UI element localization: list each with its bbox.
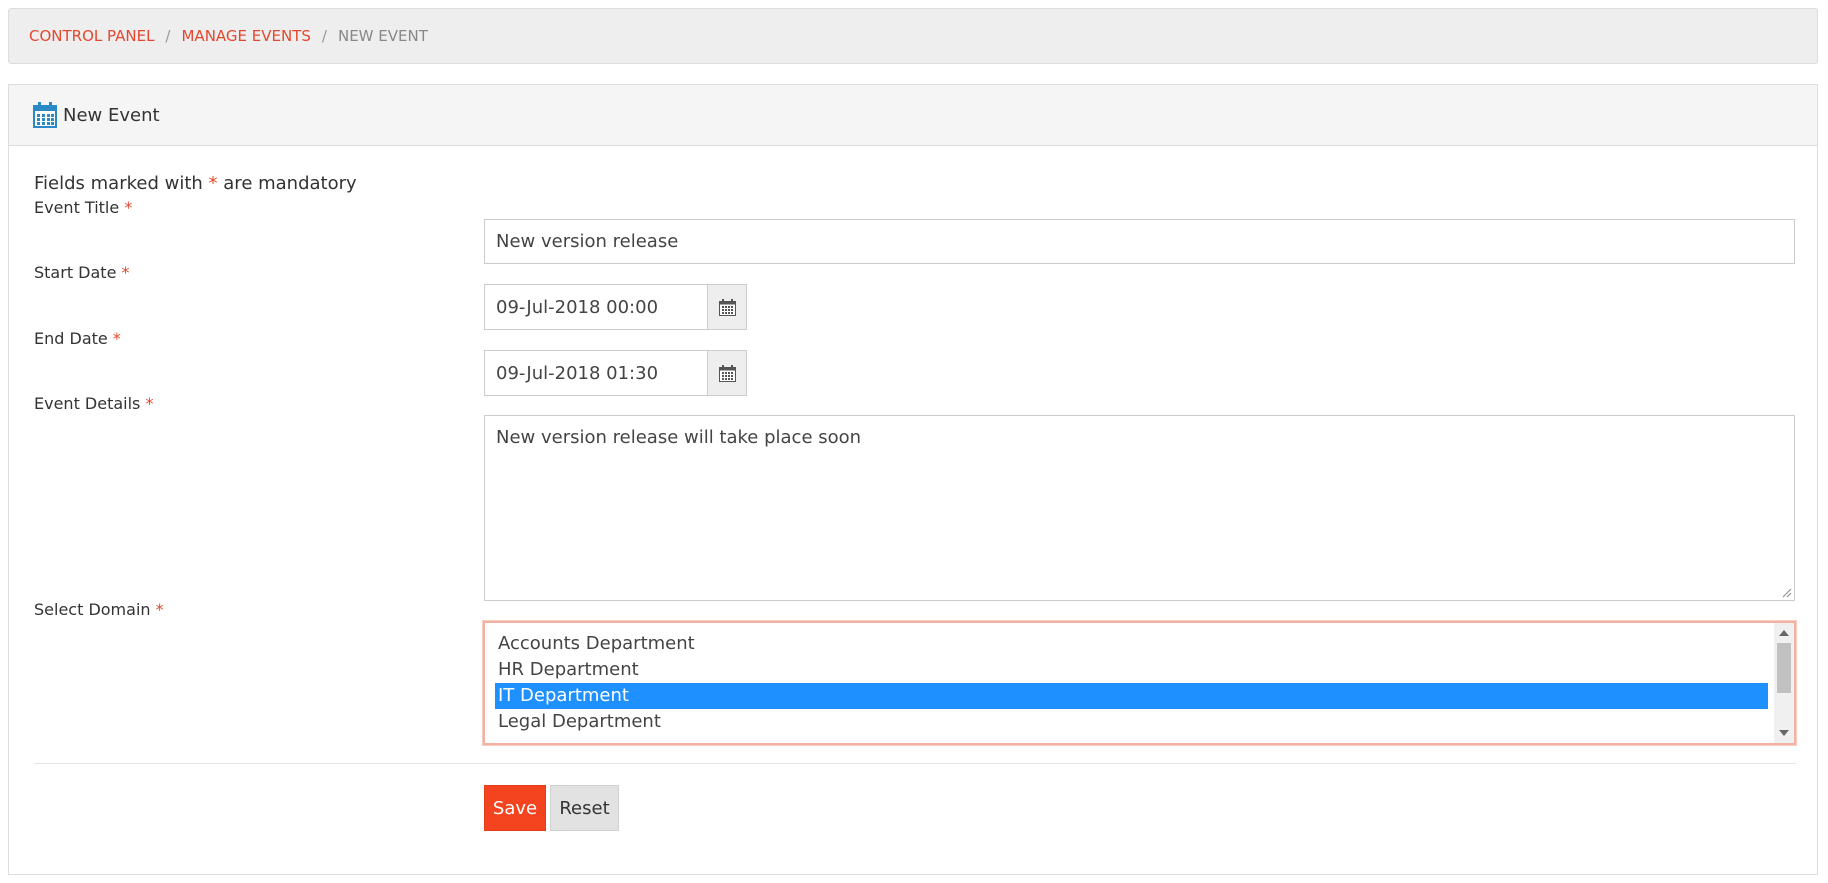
start-date-value: 09-Jul-2018 00:00 (496, 296, 659, 318)
domain-option[interactable]: HR Department (495, 657, 1768, 683)
mandatory-note-prefix: Fields marked with (34, 173, 203, 194)
mandatory-note: Fields marked with * are mandatory (34, 173, 357, 194)
breadcrumb-separator: / (321, 27, 327, 45)
start-date-group: 09-Jul-2018 00:00 (484, 284, 747, 330)
breadcrumb-control-panel[interactable]: CONTROL PANEL (29, 27, 154, 45)
event-details-value: New version release will take place soon (496, 427, 862, 448)
event-title-label-text: Event Title (34, 198, 120, 217)
breadcrumb: CONTROL PANEL / MANAGE EVENTS / NEW EVEN… (8, 8, 1818, 64)
event-title-label: Event Title * (34, 198, 132, 217)
panel-title: New Event (63, 104, 160, 126)
end-date-label-text: End Date (34, 329, 108, 348)
reset-button[interactable]: Reset (550, 785, 619, 831)
domain-option[interactable]: Legal Department (495, 709, 1768, 735)
required-asterisk: * (124, 198, 133, 217)
event-title-input[interactable]: New version release (484, 219, 1795, 264)
start-date-label: Start Date * (34, 263, 130, 282)
domain-option-list: Accounts Department HR Department IT Dep… (495, 631, 1768, 735)
required-asterisk: * (121, 263, 130, 282)
end-date-group: 09-Jul-2018 01:30 (484, 350, 747, 396)
required-asterisk: * (155, 600, 164, 619)
domain-option-selected[interactable]: IT Department (495, 683, 1768, 709)
scroll-up-arrow-icon[interactable] (1779, 630, 1789, 636)
end-date-label: End Date * (34, 329, 121, 348)
domain-option[interactable]: Accounts Department (495, 631, 1768, 657)
event-details-textarea[interactable]: New version release will take place soon (484, 415, 1795, 601)
calendar-icon (718, 298, 736, 316)
select-domain-label-text: Select Domain (34, 600, 151, 619)
new-event-panel: New Event Fields marked with * are manda… (8, 84, 1818, 875)
required-asterisk: * (112, 329, 121, 348)
form-divider (34, 763, 1796, 764)
mandatory-note-suffix: are mandatory (223, 173, 357, 194)
select-domain-label: Select Domain * (34, 600, 164, 619)
breadcrumb-current: NEW EVENT (337, 27, 428, 45)
calendar-icon (33, 102, 57, 128)
event-title-value: New version release (496, 231, 679, 252)
domain-listbox[interactable]: Accounts Department HR Department IT Dep… (483, 621, 1796, 745)
breadcrumb-separator: / (165, 27, 171, 45)
breadcrumb-manage-events[interactable]: MANAGE EVENTS (181, 27, 310, 45)
panel-header: New Event (9, 85, 1817, 146)
start-date-label-text: Start Date (34, 263, 117, 282)
start-date-input[interactable]: 09-Jul-2018 00:00 (484, 284, 707, 330)
event-details-label-text: Event Details (34, 394, 141, 413)
domain-scrollbar[interactable] (1774, 623, 1794, 743)
scroll-down-arrow-icon[interactable] (1779, 730, 1789, 736)
scroll-thumb[interactable] (1777, 643, 1791, 693)
end-date-picker-button[interactable] (707, 350, 747, 396)
start-date-picker-button[interactable] (707, 284, 747, 330)
required-asterisk: * (208, 173, 218, 194)
end-date-value: 09-Jul-2018 01:30 (496, 362, 659, 384)
required-asterisk: * (145, 394, 154, 413)
calendar-icon (718, 364, 736, 382)
event-details-label: Event Details * (34, 394, 153, 413)
resize-grip-icon[interactable] (1782, 588, 1792, 598)
save-button[interactable]: Save (484, 785, 546, 831)
end-date-input[interactable]: 09-Jul-2018 01:30 (484, 350, 707, 396)
